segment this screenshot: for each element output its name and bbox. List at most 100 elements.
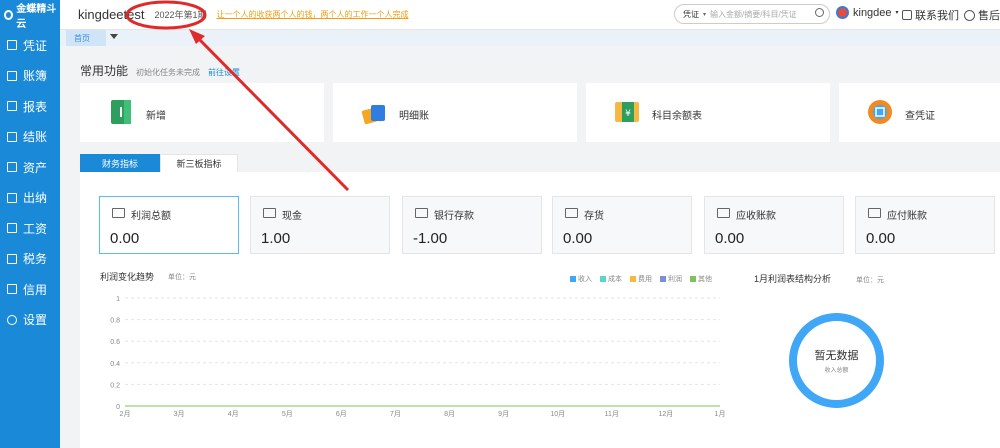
common-functions-header: 常用功能 初始化任务未完成 前往设置 — [80, 62, 240, 79]
metric-label: 应收账款 — [736, 211, 776, 222]
after-sales-label: 售后 — [978, 10, 1000, 22]
function-label: 明细账 — [399, 111, 429, 122]
ledger-bag-icon — [361, 105, 385, 125]
x-tick-label: 2月 — [120, 410, 131, 418]
user-name: kingdee — [853, 6, 892, 19]
sidebar-item-payroll[interactable]: 工资 — [0, 213, 60, 244]
assets-icon — [7, 162, 17, 173]
sidebar-item-tax[interactable]: 税务 — [0, 244, 60, 275]
structure-title: 1月利润表结构分析 — [754, 274, 832, 284]
sidebar-item-assets[interactable]: 资产 — [0, 152, 60, 183]
x-tick-label: 12月 — [659, 410, 674, 418]
receivables-icon — [717, 208, 730, 218]
metric-card-payables[interactable]: 应付账款 0.00 — [855, 196, 995, 254]
x-tick-label: 4月 — [228, 410, 239, 418]
function-card-balance-sheet[interactable]: ¥ 科目余额表 — [586, 83, 830, 142]
sidebar-item-voucher[interactable]: 凭证 — [0, 30, 60, 61]
x-tick-label: 6月 — [336, 410, 347, 418]
tax-icon — [7, 253, 17, 264]
metric-card-total-profit[interactable]: 利润总额 0.00 — [99, 196, 239, 254]
metric-value: 0.00 — [563, 230, 593, 247]
metric-card-inventory[interactable]: 存货 0.00 — [552, 196, 692, 254]
sidebar-item-ledger[interactable]: 账簿 — [0, 61, 60, 92]
section-title: 常用功能 — [80, 64, 129, 78]
search-input[interactable]: 输入金额/摘要/科目/凭证 — [710, 9, 797, 20]
x-tick-label: 8月 — [444, 410, 455, 418]
sidebar-item-label: 税务 — [23, 252, 48, 267]
sidebar-item-label: 账簿 — [23, 69, 48, 84]
user-menu[interactable]: kingdee ▾ — [836, 6, 899, 19]
search-icon[interactable] — [815, 8, 824, 17]
search-box[interactable]: 凭证 ▾ 输入金额/摘要/科目/凭证 — [674, 4, 830, 24]
sidebar-item-report[interactable]: 报表 — [0, 91, 60, 122]
function-card-query-voucher[interactable]: 查凭证 — [839, 83, 1000, 142]
tab-neeq-indicators[interactable]: 新三板指标 — [160, 154, 238, 173]
balance-icon: ¥ — [615, 102, 639, 122]
logo: 金蝶精斗云 — [0, 0, 60, 30]
donut-ring: 暂无数据 收入总额 — [789, 313, 884, 408]
y-tick-label: 0.6 — [110, 339, 120, 346]
y-tick-label: 0.8 — [110, 318, 120, 325]
new-voucher-icon — [111, 100, 131, 124]
after-sales-link[interactable]: 售后 — [964, 7, 1000, 23]
sidebar-item-label: 资产 — [23, 160, 48, 175]
metric-label: 存货 — [584, 211, 604, 222]
x-tick-label: 3月 — [174, 410, 185, 418]
go-settings-link[interactable]: 前往设置 — [208, 67, 240, 78]
report-icon — [7, 101, 17, 112]
sidebar-item-label: 信用 — [23, 282, 48, 297]
bank-icon — [415, 208, 428, 218]
tab-home[interactable]: 首页 — [66, 30, 106, 46]
sidebar-item-label: 结账 — [23, 130, 48, 145]
payroll-icon — [7, 223, 17, 234]
sidebar-item-settings[interactable]: 设置 — [0, 305, 60, 336]
contact-us-link[interactable]: 联系我们 — [902, 7, 959, 23]
logo-icon — [4, 10, 14, 20]
function-card-new[interactable]: 新增 — [80, 83, 324, 142]
x-tick-label: 5月 — [282, 410, 293, 418]
metric-value: 0.00 — [110, 230, 140, 247]
metric-value: 0.00 — [715, 230, 745, 247]
init-note: 初始化任务未完成 — [136, 68, 201, 77]
inventory-icon — [565, 208, 578, 218]
metric-label: 利润总额 — [131, 211, 171, 222]
metric-card-bank-deposit[interactable]: 银行存款 -1.00 — [402, 196, 542, 254]
sidebar-item-cashier[interactable]: 出纳 — [0, 183, 60, 214]
x-tick-label: 11月 — [605, 410, 619, 418]
sidebar-item-label: 工资 — [23, 221, 48, 236]
closing-icon — [7, 131, 17, 142]
search-type-select[interactable]: 凭证 — [683, 9, 699, 20]
sidebar-item-closing[interactable]: 结账 — [0, 122, 60, 153]
profit-trend-chart: 利润变化趋势 单位：元 收入 成本 费用 利润 其他 1 0.8 0.6 0.4 0.2 0 2月 3… — [90, 268, 730, 428]
metric-label: 应付账款 — [887, 211, 927, 222]
function-label: 新增 — [146, 111, 166, 122]
svg-text:¥: ¥ — [625, 109, 631, 119]
cashier-icon — [7, 192, 17, 203]
y-tick-label: 0.2 — [110, 382, 120, 389]
metric-card-receivables[interactable]: 应收账款 0.00 — [704, 196, 844, 254]
contact-us-label: 联系我们 — [915, 10, 959, 22]
sidebar-item-credit[interactable]: 信用 — [0, 274, 60, 305]
company-name: kingdeetest — [78, 7, 145, 22]
sidebar-item-label: 出纳 — [23, 191, 48, 206]
accounting-period[interactable]: 2022年第1期 — [155, 8, 207, 21]
chevron-down-icon[interactable] — [110, 34, 118, 39]
sidebar: 金蝶精斗云 凭证 账簿 报表 结账 资产 出纳 工资 税务 信用 设置 — [0, 0, 60, 448]
page-tab-bar: 首页 — [60, 30, 1000, 46]
notice-link[interactable]: 让一个人的收获两个人的钱，两个人的工作一个人完成 — [217, 9, 409, 20]
credit-icon — [7, 284, 17, 295]
payables-icon — [868, 208, 881, 218]
avatar — [836, 6, 849, 19]
x-tick-label: 1月 — [715, 410, 726, 418]
tab-financial-indicators[interactable]: 财务指标 — [80, 154, 160, 173]
contact-icon — [902, 10, 912, 20]
chevron-down-icon: ▾ — [895, 10, 899, 16]
metric-value: 1.00 — [261, 230, 291, 247]
function-label: 查凭证 — [905, 111, 935, 122]
function-card-detail-ledger[interactable]: 明细账 — [333, 83, 577, 142]
sidebar-item-label: 设置 — [23, 313, 48, 328]
top-bar: kingdeetest 2022年第1期 让一个人的收获两个人的钱，两个人的工作… — [60, 0, 1000, 30]
structure-unit: 单位：元 — [856, 277, 884, 284]
metric-card-cash[interactable]: 现金 1.00 — [250, 196, 390, 254]
metric-label: 银行存款 — [434, 211, 474, 222]
